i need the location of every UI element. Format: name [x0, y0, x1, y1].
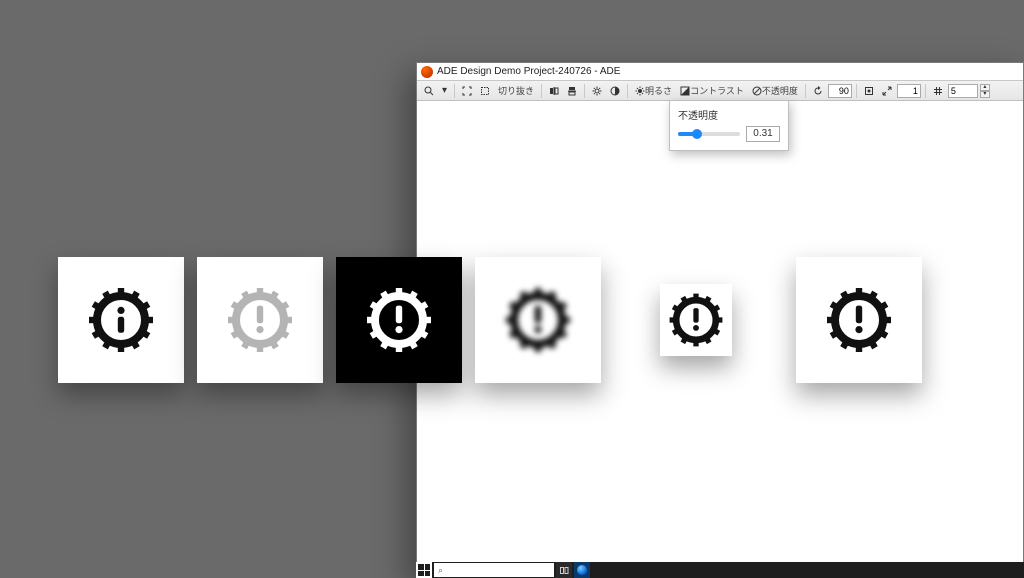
expand-icon	[462, 86, 472, 96]
crop-label: 切り抜き	[498, 84, 534, 97]
contrast-label: コントラスト	[690, 84, 744, 97]
demo-tile-3-inverted	[336, 257, 462, 383]
magnifier-icon	[424, 86, 434, 96]
opacity-icon	[752, 86, 762, 96]
titlebar: ADE Design Demo Project-240726 - ADE	[417, 63, 1023, 81]
sun-icon	[635, 86, 645, 96]
separator	[541, 84, 542, 98]
marquee-button[interactable]	[477, 83, 493, 99]
start-button[interactable]	[416, 562, 432, 578]
separator	[454, 84, 455, 98]
separator	[856, 84, 857, 98]
scale-button[interactable]	[879, 83, 895, 99]
selection-icon	[480, 86, 490, 96]
demo-tile-2-low-opacity	[197, 257, 323, 383]
spinner-up[interactable]: ▴	[980, 84, 990, 91]
separator	[584, 84, 585, 98]
demo-tile-6	[796, 257, 922, 383]
gear-warning-icon	[359, 280, 439, 360]
popover-title: 不透明度	[678, 107, 780, 122]
scale-icon	[882, 86, 892, 96]
scale-input[interactable]	[897, 84, 921, 98]
gear-warning-icon	[498, 280, 578, 360]
rotation-input[interactable]	[828, 84, 852, 98]
taskbar-task-view[interactable]	[556, 562, 572, 578]
separator	[925, 84, 926, 98]
gear-warning-icon	[663, 287, 729, 353]
flip-horizontal-icon	[549, 86, 559, 96]
gear-warning-icon	[819, 280, 899, 360]
app-icon	[421, 66, 433, 78]
zoom-dropdown[interactable]: ▾	[439, 83, 450, 99]
bounds-icon	[864, 86, 874, 96]
opacity-slider[interactable]	[678, 132, 740, 136]
gear-info-icon	[81, 280, 161, 360]
settings-button[interactable]	[589, 83, 605, 99]
rotate-icon	[813, 86, 823, 96]
task-view-icon	[560, 566, 569, 575]
fullscreen-button[interactable]	[459, 83, 475, 99]
brightness-contrast-button[interactable]	[607, 83, 623, 99]
crop-button[interactable]: 切り抜き	[495, 83, 537, 99]
taskbar-app-ade[interactable]	[574, 562, 590, 578]
search-icon: ⌕	[438, 565, 443, 576]
toolbar: ▾ 切り抜き 明るさ コントラ	[417, 81, 1023, 101]
spinner-down[interactable]: ▾	[980, 91, 990, 98]
opacity-popover: 不透明度 0.31	[669, 100, 789, 151]
flip-v-button[interactable]	[564, 83, 580, 99]
flip-h-button[interactable]	[546, 83, 562, 99]
bounds-button[interactable]	[861, 83, 877, 99]
demo-tile-5-small	[660, 284, 732, 356]
opacity-value[interactable]: 0.31	[746, 126, 780, 142]
zoom-button[interactable]	[421, 83, 437, 99]
taskbar-search-input[interactable]	[434, 563, 554, 577]
grid-icon	[933, 86, 943, 96]
slider-thumb[interactable]	[692, 129, 702, 139]
taskbar: ⌕	[416, 562, 1024, 578]
flip-vertical-icon	[567, 86, 577, 96]
demo-tile-4-blurred	[475, 257, 601, 383]
rotate-button[interactable]	[810, 83, 826, 99]
brightness-label: 明るさ	[645, 84, 672, 97]
opacity-label: 不透明度	[762, 84, 798, 97]
separator	[627, 84, 628, 98]
separator	[805, 84, 806, 98]
grid-input[interactable]	[948, 84, 978, 98]
contrast-icon	[680, 86, 690, 96]
ade-app-icon	[577, 565, 587, 575]
demo-tile-1	[58, 257, 184, 383]
contrast-button[interactable]: コントラスト	[677, 83, 747, 99]
opacity-button[interactable]: 不透明度	[749, 83, 801, 99]
brightness-button[interactable]: 明るさ	[632, 83, 675, 99]
half-circle-icon	[610, 86, 620, 96]
grid-spinner[interactable]: ▴ ▾	[980, 84, 990, 98]
grid-button[interactable]	[930, 83, 946, 99]
gear-icon	[592, 86, 602, 96]
gear-warning-icon	[220, 280, 300, 360]
window-title: ADE Design Demo Project-240726 - ADE	[437, 66, 620, 77]
